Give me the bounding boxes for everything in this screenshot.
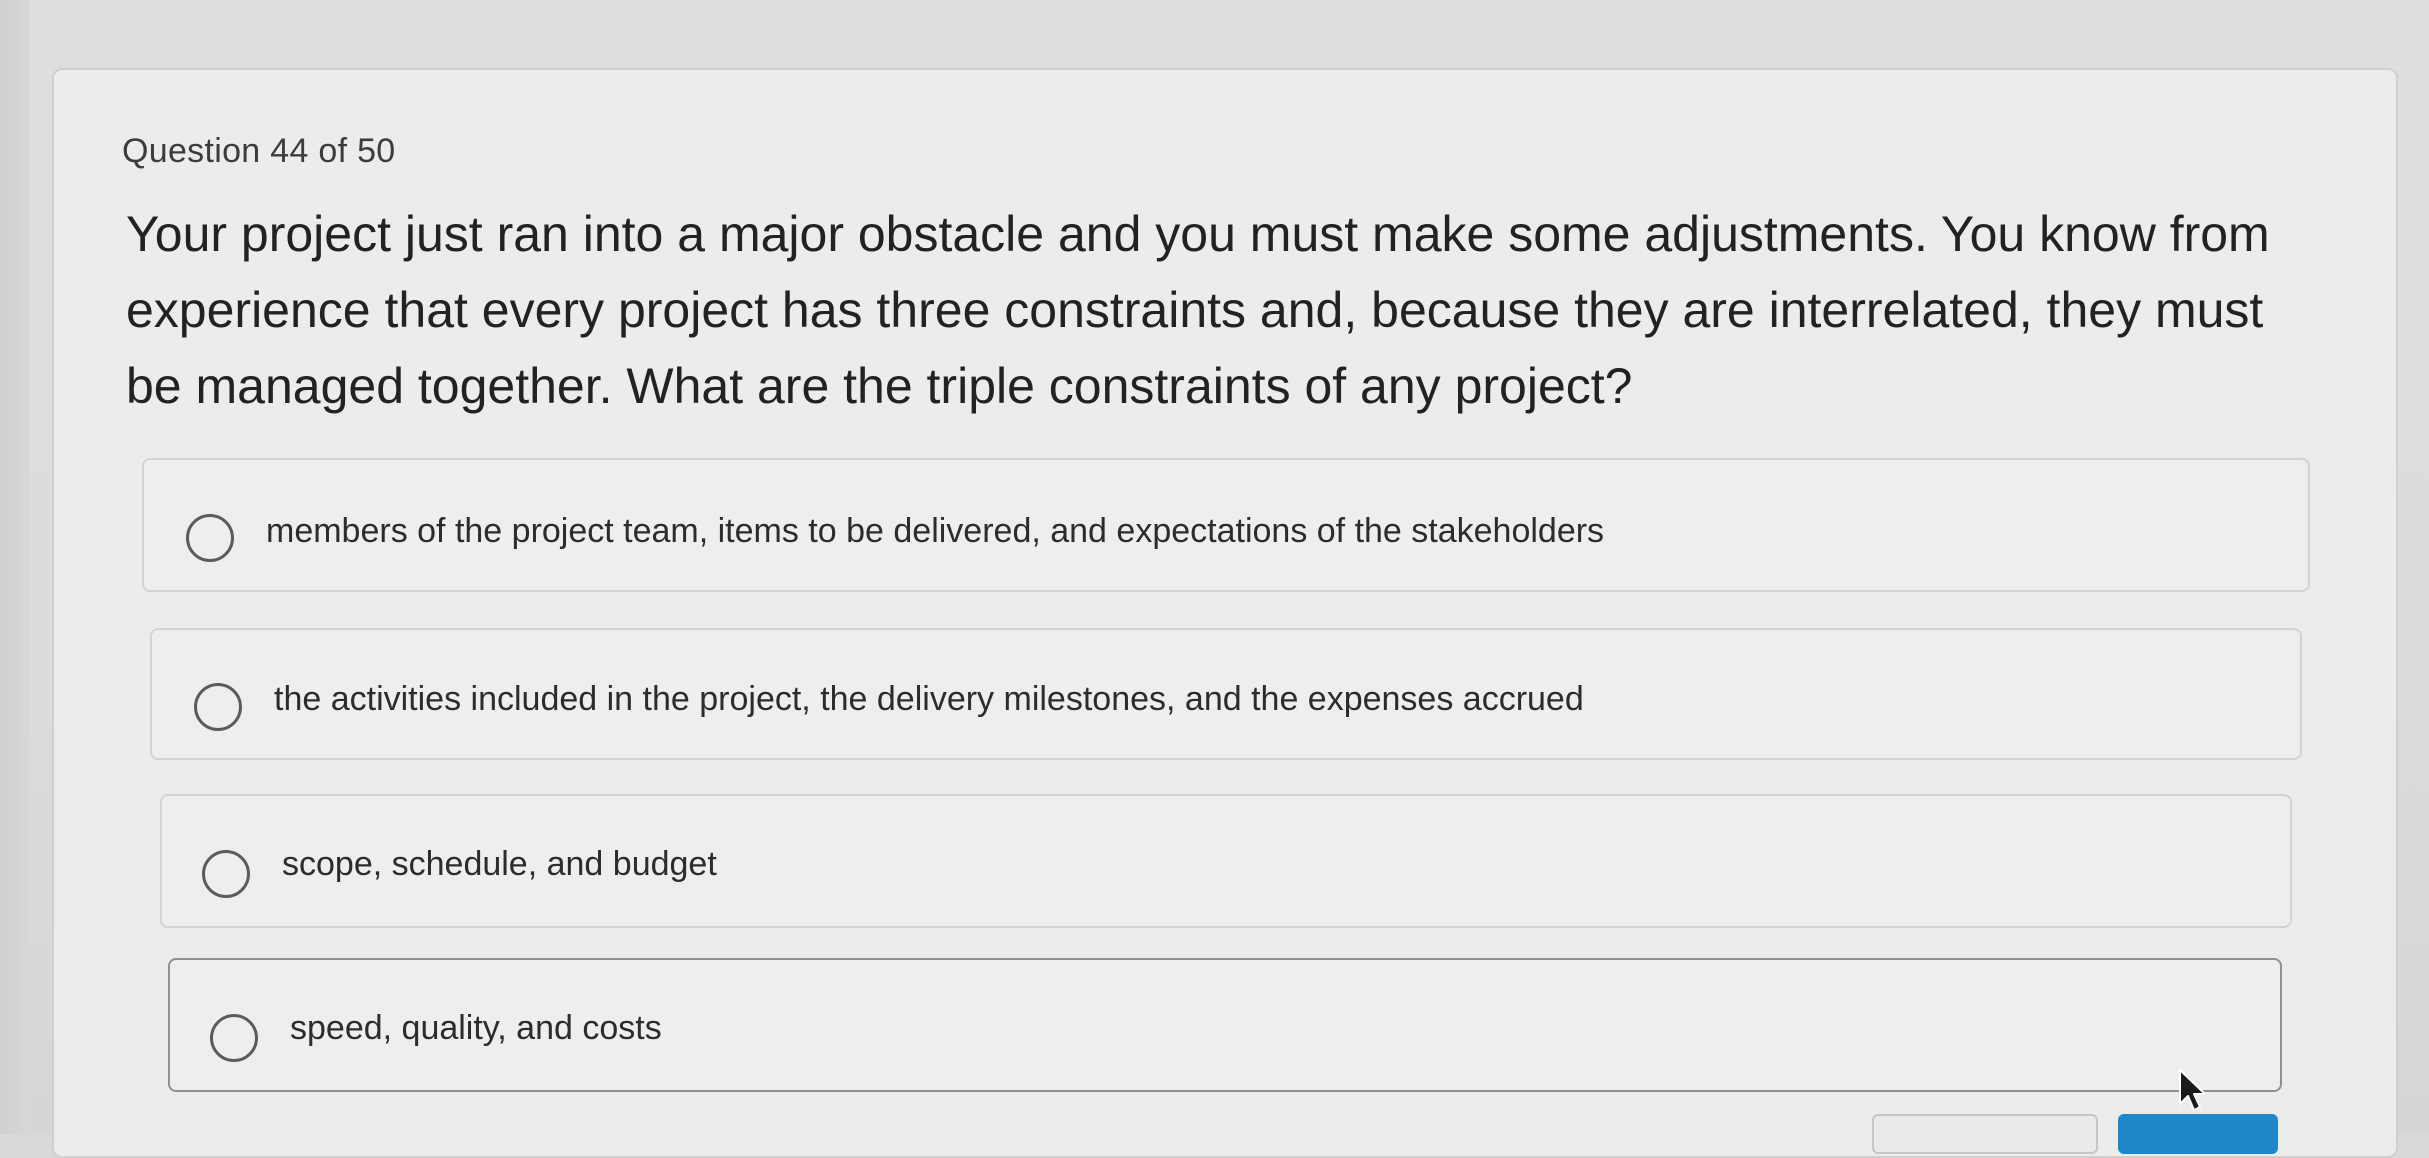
- radio-button-4[interactable]: [210, 1014, 258, 1062]
- question-counter: Question 44 of 50: [122, 132, 396, 170]
- answer-option-4-label: speed, quality, and costs: [290, 1009, 662, 1047]
- radio-button-3[interactable]: [202, 850, 250, 898]
- radio-button-1[interactable]: [186, 514, 234, 562]
- radio-button-2[interactable]: [194, 683, 242, 731]
- answer-option-2-label: the activities included in the project, …: [274, 680, 1584, 718]
- answer-option-3-label: scope, schedule, and budget: [282, 845, 717, 883]
- answer-option-1-label: members of the project team, items to be…: [266, 512, 1605, 550]
- question-text: Your project just ran into a major obsta…: [126, 206, 2270, 414]
- window-edge: [0, 0, 30, 1134]
- screen-background: Question 44 of 50 Your project just ran …: [0, 0, 2429, 1158]
- mouse-cursor-icon: [2179, 1069, 2206, 1111]
- secondary-button[interactable]: [1872, 1114, 2098, 1154]
- primary-button[interactable]: [2118, 1114, 2278, 1154]
